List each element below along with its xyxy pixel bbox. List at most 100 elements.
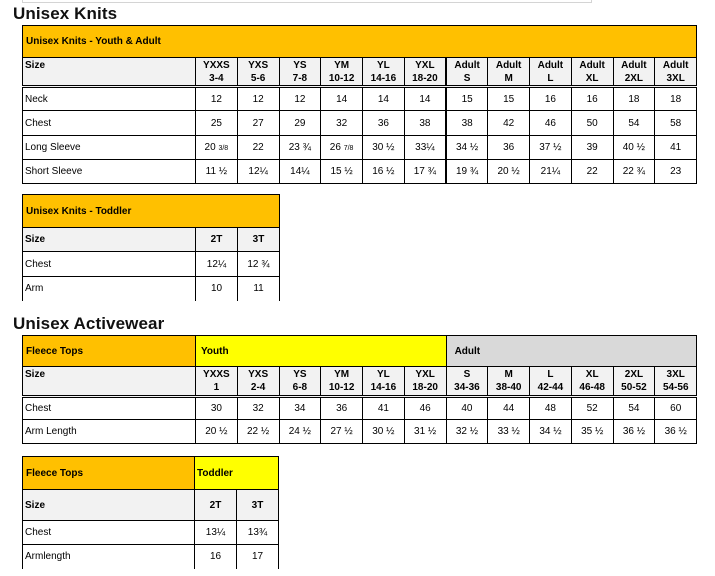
measurement-value: 34 ½ [445,135,489,160]
measurement-value: 36 ½ [612,419,656,444]
band-label: Unisex Knits - Toddler [21,194,281,228]
size-column-header: YXL 18-20 [403,57,447,88]
measurement-label: Short Sleeve [22,159,196,184]
table-row: Long Sleeve 20 3/8 22 23 ¾ 26 7/8 30 ½ 33¼ 34 ½… [22,135,698,160]
measurement-value: 32 ½ [445,419,489,444]
measurement-label: Neck [22,86,196,111]
size-column-header: YXXS 1 [195,366,238,398]
measurement-value: 18 [612,86,656,111]
measurement-value: 17 ¾ [403,159,447,184]
table-row: Chest 12¼ 12 ¾ [22,251,281,277]
table-band-row: Fleece Tops Youth Adult [22,335,698,367]
measurement-value: 30 ½ [362,135,405,160]
size-code: M [504,369,513,380]
measurement-label: Arm Length [22,419,196,444]
measurement-value: 17 [236,544,279,569]
measurement-value: 12 [236,86,280,111]
measurement-value: 18 [654,86,698,111]
size-range: 14-16 [370,382,397,393]
measurement-value: 46 [403,396,447,420]
table-band-row: Unisex Knits - Toddler [21,194,281,228]
size-header-row: Size 2T 3T [22,227,281,252]
measurement-label: Armlength [22,544,195,569]
size-code: YL [376,369,390,380]
size-column-header: YM 10-12 [320,57,363,88]
size-column-header: L 42-44 [529,366,572,398]
table-row: Armlength 16 17 [22,544,279,569]
size-header-row: Size YXXS 1 YXS 2-4 YS 6-8 YM 10-12 YL 14-16 YXL 18… [22,366,698,398]
measurement-value: 20 ½ [195,419,238,444]
size-column-header: YXXS 3-4 [195,57,238,88]
measurement-value: 15 [445,86,489,111]
size-range: 1 [213,382,220,393]
size-label: Size [22,489,195,521]
measurement-value: 60 [654,396,698,420]
measurement-value: 22 ½ [236,419,280,444]
size-code: Adult [621,60,647,71]
measurement-value: 12 [278,86,322,111]
measurement-value: 22 [570,159,614,184]
table-row: Arm Length 20 ½ 22 ½ 24 ½ 27 ½ 30 ½ 31 ½ 32 ½ 33… [22,419,698,444]
measurement-value: 20 ½ [487,159,530,184]
size-column-header: YXS 5-6 [236,57,280,88]
measurement-label: Chest [22,251,196,277]
fraction-text: 3/8 [218,145,229,152]
size-range: 18-20 [412,73,438,84]
measurement-value: 24 ½ [278,419,322,444]
size-header-row: Size YXXS 3-4 YXS 5-6 YS 7-8 YM 10-12 YL 14-16 YXL… [22,57,698,88]
measurement-value: 42 [487,110,530,136]
size-code: 2XL [624,369,644,380]
size-code: L [547,369,554,380]
size-range: 5-6 [250,73,266,84]
size-range: 50-52 [621,382,647,393]
measurement-value: 12¼ [236,159,280,184]
measurement-label: Chest [22,520,195,545]
measurement-value: 16 [194,544,237,569]
size-range: 42-44 [537,382,564,393]
measurement-value: 32 [320,110,363,136]
measurement-value: 22 ¾ [612,159,656,184]
measurement-value: 41 [362,396,405,420]
size-range: 14-16 [370,73,397,84]
measurement-value: 39 [570,135,614,160]
size-column-header: 3XL 54-56 [654,366,698,398]
size-column-header: M 38-40 [487,366,531,398]
measurement-value: 44 [487,396,531,420]
measurement-value: 14 [403,86,447,111]
measurement-value: 27 [236,110,280,136]
size-column-header: Adult M [487,57,530,88]
size-code: YXS [248,60,269,71]
size-range: S [463,73,471,84]
knits-youth-adult-table: Unisex Knits - Youth & Adult Size YXXS 3-… [21,25,698,184]
youth-group-label: Youth [195,335,447,367]
measurement-label: Long Sleeve [22,135,196,160]
measurement-value: 38 [445,110,489,136]
size-range: 38-40 [495,382,522,393]
size-column-header: YXL 18-20 [403,366,447,398]
size-column-header: YL 14-16 [362,57,405,88]
measurement-label: Chest [22,396,196,420]
measurement-value: 46 [529,110,572,136]
measurement-value: 48 [529,396,572,420]
measurement-value: 27 ½ [320,419,363,444]
size-range: 18-20 [412,382,438,393]
measurement-value: 16 ½ [362,159,405,184]
measurement-value: 12¼ [195,251,238,277]
measurement-value: 54 [612,396,656,420]
size-column-header: Adult S [445,57,489,88]
fraction-text: 7/8 [343,145,354,152]
size-column-header: YL 14-16 [362,366,405,398]
size-code: YM [334,369,350,380]
size-column-header: YS 6-8 [278,366,322,398]
size-column-header: 2T [195,227,238,252]
size-range: 10-12 [328,73,355,84]
measurement-value: 14¼ [278,159,322,184]
measurement-value: 30 [195,396,238,420]
measurement-value: 14 [362,86,405,111]
size-column-header: Adult L [529,57,572,88]
size-label: Size [22,227,196,252]
size-code: YXXS [203,369,230,380]
measurement-value: 11 ½ [195,159,238,184]
measurement-value: 52 [570,396,614,420]
size-code: YXS [248,369,269,380]
